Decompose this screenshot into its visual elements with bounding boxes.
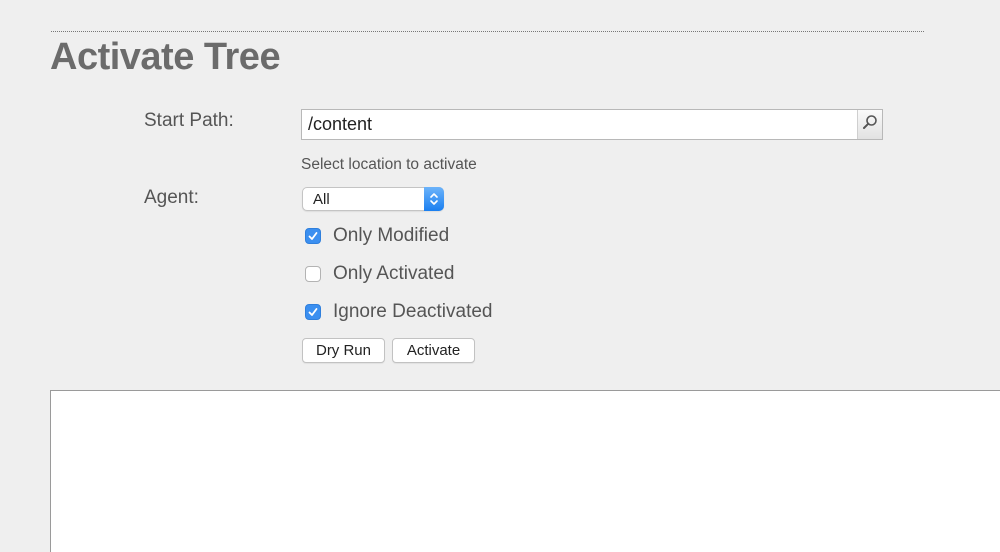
search-icon <box>862 114 878 135</box>
only-activated-checkbox[interactable] <box>305 266 321 282</box>
agent-select[interactable]: All <box>302 187 444 211</box>
ignore-deactivated-label: Ignore Deactivated <box>333 301 493 322</box>
agent-selected-value: All <box>313 191 330 208</box>
path-browse-button[interactable] <box>857 110 882 139</box>
dry-run-button[interactable]: Dry Run <box>302 338 385 363</box>
start-path-input[interactable] <box>302 110 858 139</box>
option-only-activated: Only Activated <box>305 262 454 286</box>
only-modified-label: Only Modified <box>333 225 450 246</box>
up-down-arrows-icon <box>424 187 444 211</box>
start-path-label: Start Path: <box>144 110 234 131</box>
page-title: Activate Tree <box>50 36 281 78</box>
agent-label: Agent: <box>144 187 199 208</box>
checkmark-icon <box>308 232 318 240</box>
activate-button[interactable]: Activate <box>392 338 475 363</box>
only-activated-label: Only Activated <box>333 263 455 284</box>
ignore-deactivated-checkbox[interactable] <box>305 304 321 320</box>
title-divider <box>51 31 924 32</box>
activate-tree-page: Activate Tree Start Path: Select locatio… <box>0 0 1000 552</box>
output-panel <box>50 390 1000 552</box>
only-modified-checkbox[interactable] <box>305 228 321 244</box>
option-ignore-deactivated: Ignore Deactivated <box>305 300 493 324</box>
checkmark-icon <box>308 308 318 316</box>
option-only-modified: Only Modified <box>305 224 449 248</box>
start-path-field <box>301 109 883 140</box>
start-path-helper-text: Select location to activate <box>301 156 477 173</box>
